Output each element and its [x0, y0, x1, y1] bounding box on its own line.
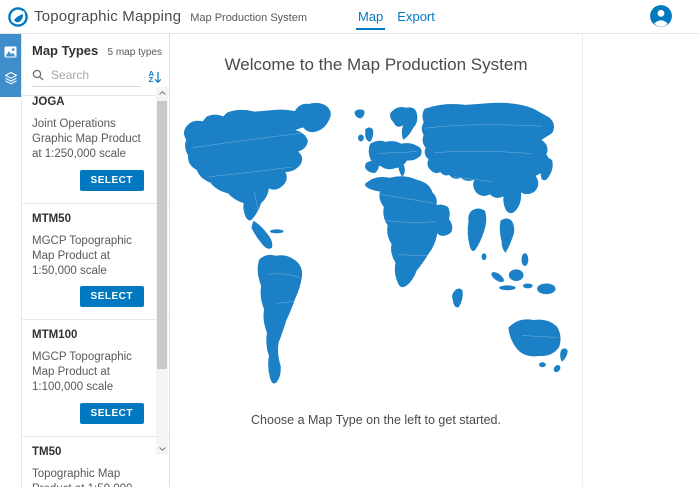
layers-icon[interactable] [0, 65, 21, 91]
map-types-panel: Map Types 5 map types A Z [22, 34, 170, 487]
map-type-item: MTM100 MGCP Topographic Map Product at 1… [22, 320, 169, 437]
user-avatar-icon[interactable] [650, 5, 672, 27]
map-type-name: JOGA [32, 96, 144, 108]
world-map-image [170, 99, 582, 396]
widget-toolbar [0, 34, 22, 487]
map-type-item: TM50 Topographic Map Product at 1:50,000… [22, 437, 169, 487]
map-type-description: Topographic Map Product at 1:50,000 scal… [32, 467, 144, 487]
header-tabs: Map Export [358, 0, 435, 33]
select-button-row: SELECT [32, 170, 144, 191]
app-title: Topographic Mapping [34, 8, 181, 25]
select-button[interactable]: SELECT [80, 170, 144, 191]
app-subtitle: Map Production System [190, 10, 307, 24]
search-row: A Z [32, 67, 162, 87]
instruction-text: Choose a Map Type on the left to get sta… [170, 413, 582, 427]
search-input[interactable] [49, 67, 123, 83]
select-button-row: SELECT [32, 286, 144, 307]
select-button[interactable]: SELECT [80, 286, 144, 307]
tab-export[interactable]: Export [397, 0, 435, 33]
map-type-count: 5 map types [108, 47, 162, 58]
search-icon [32, 69, 44, 81]
app-header: Topographic Mapping Map Production Syste… [0, 0, 699, 34]
app-logo-icon [8, 7, 28, 27]
map-type-item: MTM50 MGCP Topographic Map Product at 1:… [22, 204, 169, 321]
map-types-header: Map Types 5 map types [22, 34, 169, 58]
select-button-row: SELECT [32, 403, 144, 424]
widget-toolbar-active-group [0, 34, 21, 97]
scrollbar-thumb[interactable] [157, 101, 167, 369]
welcome-title: Welcome to the Map Production System [170, 55, 582, 75]
panel-title: Map Types [32, 43, 98, 58]
map-type-name: MTM100 [32, 329, 144, 341]
welcome-panel: Welcome to the Map Production System [170, 34, 582, 487]
list-scrollbar[interactable] [156, 87, 168, 455]
right-empty-area [582, 34, 699, 487]
select-button[interactable]: SELECT [80, 403, 144, 424]
map-view-icon[interactable] [0, 39, 21, 65]
tab-map[interactable]: Map [358, 0, 383, 33]
map-type-description: Joint Operations Graphic Map Product at … [32, 117, 144, 163]
map-type-item: JOGA Joint Operations Graphic Map Produc… [22, 87, 169, 204]
scroll-up-icon[interactable] [156, 87, 168, 99]
map-type-name: TM50 [32, 446, 144, 458]
map-type-name: MTM50 [32, 213, 144, 225]
search-box[interactable] [32, 67, 141, 87]
sort-az-icon[interactable]: A Z [149, 71, 162, 84]
scroll-down-icon[interactable] [156, 443, 168, 455]
app-shell: Map Types 5 map types A Z [0, 34, 699, 487]
map-type-description: MGCP Topographic Map Product at 1:50,000… [32, 234, 144, 280]
map-type-description: MGCP Topographic Map Product at 1:100,00… [32, 350, 144, 396]
map-type-list: JOGA Joint Operations Graphic Map Produc… [22, 87, 169, 487]
